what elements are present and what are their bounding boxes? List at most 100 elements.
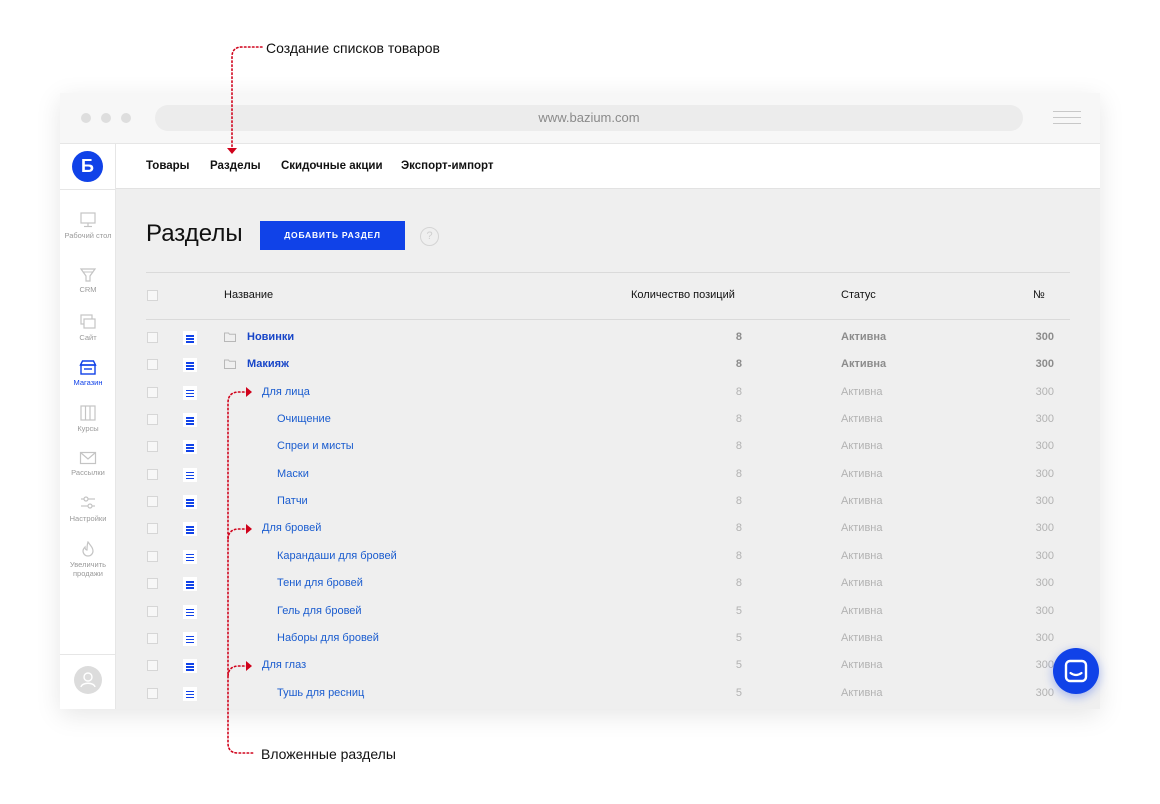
table-row[interactable]: Патчи 8 Активна 300 [60, 488, 1100, 515]
section-name-link[interactable]: Новинки [247, 324, 294, 351]
sidebar-item-label: CRM [79, 285, 97, 294]
table-row[interactable]: Очищение 8 Активна 300 [60, 406, 1100, 433]
drag-handle-icon[interactable] [183, 413, 197, 428]
sort-number: 300 [1035, 549, 1054, 562]
row-checkbox[interactable] [147, 632, 158, 644]
section-name-link[interactable]: Гель для бровей [277, 598, 362, 625]
row-checkbox[interactable] [147, 414, 158, 426]
row-checkbox[interactable] [147, 605, 158, 617]
row-checkbox[interactable] [147, 578, 158, 590]
table-row[interactable]: Для бровей 8 Активна 300 [60, 515, 1100, 542]
table-row[interactable]: Новинки 8 Активна 300 [60, 324, 1100, 351]
select-all-checkbox[interactable] [147, 290, 158, 301]
section-name-link[interactable]: Очищение [277, 406, 331, 433]
nav-tab-discounts[interactable]: Скидочные акции [281, 144, 383, 189]
item-count: 8 [735, 358, 742, 371]
drag-handle-icon[interactable] [183, 440, 197, 455]
section-name-link[interactable]: Тушь для ресниц [277, 680, 364, 707]
column-header-number[interactable]: № [1033, 289, 1045, 301]
drag-handle-icon[interactable] [183, 331, 197, 345]
status-label: Активна [841, 331, 887, 343]
row-checkbox[interactable] [147, 332, 158, 343]
table-row[interactable]: Тени для бровей 8 Активна 300 [60, 570, 1100, 597]
drag-handle-icon[interactable] [183, 522, 197, 537]
drag-handle-icon[interactable] [183, 549, 197, 564]
drag-handle-icon[interactable] [183, 385, 197, 400]
page-title: Разделы [146, 220, 243, 247]
status-label: Активна [841, 577, 883, 590]
column-header-count[interactable]: Количество позиций [631, 289, 735, 301]
nav-tab-products[interactable]: Товары [146, 144, 189, 189]
column-header-status[interactable]: Статус [841, 289, 876, 301]
table-row[interactable]: Макияж 8 Активна 300 [60, 351, 1100, 378]
table-row[interactable]: Для глаз 5 Активна 300 [60, 652, 1100, 679]
section-name-link[interactable]: Спреи и мисты [277, 433, 354, 460]
add-section-button[interactable]: ДОБАВИТЬ РАЗДЕЛ [260, 221, 405, 250]
row-checkbox[interactable] [147, 550, 158, 562]
section-name-link[interactable]: Для глаз [262, 652, 306, 679]
row-checkbox[interactable] [147, 687, 158, 699]
drag-handle-icon[interactable] [183, 659, 197, 674]
item-count: 8 [735, 522, 742, 535]
table-row[interactable]: Тушь для ресниц 5 Активна 300 [60, 680, 1100, 707]
drag-handle-icon[interactable] [183, 467, 197, 482]
drag-handle-icon[interactable] [183, 686, 197, 701]
section-name-link[interactable]: Патчи [277, 488, 308, 515]
section-name-link[interactable]: Для бровей [262, 515, 321, 542]
row-checkbox[interactable] [147, 359, 158, 371]
nav-tab-export-import[interactable]: Экспорт-импорт [401, 144, 494, 189]
chat-widget-button[interactable] [1053, 648, 1099, 694]
column-header-name[interactable]: Название [224, 289, 273, 301]
section-name-link[interactable]: Для лица [262, 379, 310, 406]
chat-icon [1064, 659, 1088, 683]
row-checkbox[interactable] [147, 441, 158, 453]
logo[interactable]: Б [72, 151, 103, 182]
sort-number: 300 [1035, 604, 1054, 617]
section-name-link[interactable]: Тени для бровей [277, 570, 363, 597]
sidebar-item-dashboard[interactable]: Рабочий стол [60, 212, 116, 240]
folder-icon [224, 332, 236, 342]
help-icon[interactable]: ? [420, 227, 439, 246]
sort-number: 300 [1035, 331, 1054, 343]
section-name-link[interactable]: Карандаши для бровей [277, 543, 397, 570]
table-row[interactable]: Гель для бровей 5 Активна 300 [60, 598, 1100, 625]
window-dot-minimize[interactable] [101, 113, 111, 123]
drag-handle-icon[interactable] [183, 631, 197, 646]
row-checkbox[interactable] [147, 386, 158, 398]
row-checkbox[interactable] [147, 468, 158, 480]
status-label: Активна [841, 495, 883, 508]
sort-number: 300 [1035, 659, 1054, 672]
annotation-top: Создание списков товаров [266, 40, 440, 56]
table-row[interactable]: Спреи и мисты 8 Активна 300 [60, 433, 1100, 460]
sidebar-item-label: Рабочий стол [64, 231, 112, 240]
url-bar[interactable]: www.bazium.com [155, 105, 1023, 131]
section-name-link[interactable]: Маски [277, 461, 309, 488]
table-row[interactable]: Карандаши для бровей 8 Активна 300 [60, 543, 1100, 570]
table-header-divider [146, 319, 1070, 320]
status-label: Активна [841, 440, 883, 453]
drag-handle-icon[interactable] [183, 495, 197, 510]
window-dot-maximize[interactable] [121, 113, 131, 123]
browser-chrome: www.bazium.com [60, 93, 1100, 144]
drag-handle-icon[interactable] [183, 577, 197, 592]
drag-handle-icon[interactable] [183, 358, 197, 373]
sidebar-item-crm[interactable]: CRM [60, 268, 116, 294]
funnel-icon [79, 268, 97, 282]
sort-number: 300 [1035, 577, 1054, 590]
hamburger-menu-icon[interactable] [1053, 111, 1081, 125]
nav-tab-sections[interactable]: Разделы [210, 144, 261, 189]
sort-number: 300 [1035, 495, 1054, 508]
sidebar-divider [60, 189, 116, 190]
section-name-link[interactable]: Наборы для бровей [277, 625, 379, 652]
sort-number: 300 [1035, 358, 1054, 371]
row-checkbox[interactable] [147, 660, 158, 672]
section-name-link[interactable]: Макияж [247, 351, 289, 378]
window-dot-close[interactable] [81, 113, 91, 123]
row-checkbox[interactable] [147, 523, 158, 535]
table-row[interactable]: Для лица 8 Активна 300 [60, 379, 1100, 406]
row-checkbox[interactable] [147, 496, 158, 508]
table-row[interactable]: Маски 8 Активна 300 [60, 461, 1100, 488]
status-label: Активна [841, 686, 883, 699]
table-row[interactable]: Наборы для бровей 5 Активна 300 [60, 625, 1100, 652]
drag-handle-icon[interactable] [183, 604, 197, 619]
